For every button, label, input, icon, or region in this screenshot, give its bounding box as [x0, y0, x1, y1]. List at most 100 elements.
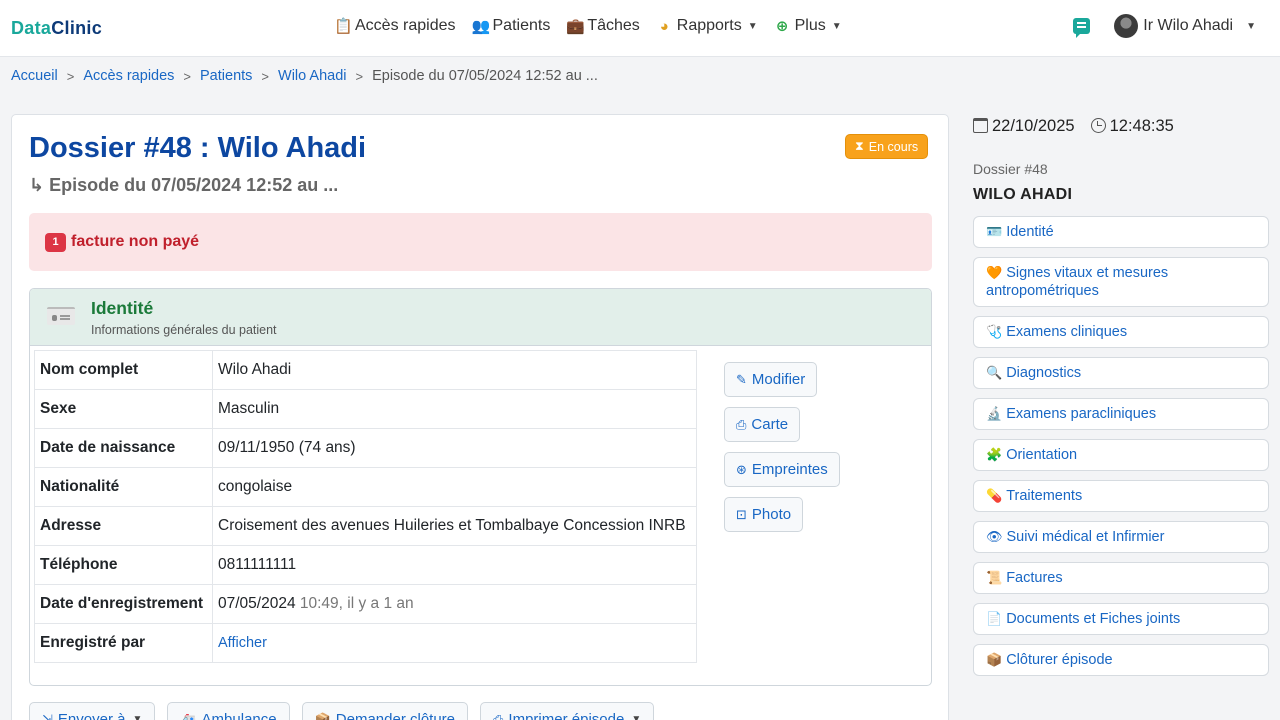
page-title: Dossier #48 : Wilo Ahadi [29, 132, 367, 164]
fingerprint-icon: ⊛ [736, 461, 747, 477]
current-time: 12:48:35 [1090, 117, 1174, 136]
brand-logo[interactable]: DataClinic [11, 18, 102, 39]
edit-button[interactable]: ✎ Modifier [724, 362, 818, 397]
caret-down-icon: ▼ [831, 20, 842, 32]
nav-label: Patients [492, 17, 551, 34]
person-bounding-icon: ⊡ [736, 506, 747, 522]
side-item-clinical-exams[interactable]: 🩺 Examens cliniques [973, 316, 1269, 348]
side-item-medical-follow-up[interactable]: 👁 Suivi médical et Infirmier [973, 521, 1269, 553]
brand-part-2: Clinic [51, 18, 103, 38]
caret-down-icon: ▼ [747, 20, 758, 32]
chevron-right-icon: > [66, 68, 75, 84]
breadcrumb-patient[interactable]: Wilo Ahadi [278, 68, 347, 84]
clipboard-icon: 📋 [334, 18, 353, 35]
brand-part-1: Data [11, 18, 52, 38]
ambulance-button[interactable]: 🚑 Ambulance [167, 702, 290, 720]
field-value: 07/05/2024 10:49, il y a 1 an [212, 584, 697, 624]
clock-icon [1090, 118, 1106, 133]
stethoscope-icon: 🩺 [986, 324, 1003, 339]
caret-down-icon: ▼ [1246, 20, 1256, 32]
episode-card: Dossier #48 : Wilo Ahadi ↳ Episode du 07… [11, 114, 949, 720]
field-value: Wilo Ahadi [212, 350, 697, 390]
nav-quick-access[interactable]: 📋 Accès rapides [334, 17, 456, 35]
top-navbar: DataClinic 📋 Accès rapides 👥 Patients 💼 … [0, 0, 1280, 57]
document-icon: 📄 [986, 611, 1003, 626]
breadcrumb-patients[interactable]: Patients [200, 68, 252, 84]
chat-icon[interactable] [1073, 18, 1091, 38]
date-time-display: 22/10/2025 12:48:35 [973, 117, 1174, 136]
side-item-label: Examens cliniques [1006, 324, 1128, 340]
table-row: Date d'enregistrement 07/05/2024 10:49, i… [34, 584, 697, 624]
date-value: 22/10/2025 [992, 117, 1075, 135]
identity-section: Identité Informations générales du patie… [29, 288, 932, 686]
button-label: Demander clôture [335, 711, 456, 720]
side-item-paraclinical-exams[interactable]: 🔬 Examens paracliniques [973, 398, 1269, 430]
nav-reports-dropdown[interactable]: ◕ Rapports ▼ [656, 17, 758, 35]
heart-icon: 🧡 [986, 265, 1003, 280]
puzzle-icon: 🧩 [986, 447, 1003, 462]
field-label: Sexe [34, 389, 213, 429]
calendar-icon [973, 118, 988, 133]
breadcrumb-quick-access[interactable]: Accès rapides [83, 68, 174, 84]
side-item-orientation[interactable]: 🧩 Orientation [973, 439, 1269, 471]
breadcrumb-current: Episode du 07/05/2024 12:52 au ... [372, 68, 598, 84]
identity-subtitle: Informations générales du patient [91, 323, 277, 337]
send-to-dropdown[interactable]: ⇲ Envoyer à ▼ [29, 702, 156, 720]
avatar [1114, 14, 1139, 38]
printer-icon: ⎙ [493, 711, 504, 720]
button-label: Empreintes [751, 461, 828, 478]
episode-subtitle: ↳ Episode du 07/05/2024 12:52 au ... [29, 175, 339, 195]
nav-tasks[interactable]: 💼 Tâches [566, 17, 639, 35]
side-item-label: Diagnostics [1006, 365, 1082, 381]
button-label: Envoyer à [57, 711, 126, 720]
user-menu-dropdown[interactable]: Ir Wilo Ahadi ▼ [1114, 14, 1256, 38]
field-value: congolaise [212, 467, 697, 507]
side-item-treatments[interactable]: 💊 Traitements [973, 480, 1269, 512]
side-dossier-label: Dossier #48 [973, 161, 1048, 177]
field-value: Afficher [212, 623, 697, 663]
side-item-label: Suivi médical et Infirmier [1006, 529, 1165, 545]
alert-text: facture non payé [71, 233, 200, 250]
episode-section-nav: 🪪 Identité 🧡 Signes vitaux et mesures antr… [973, 216, 1269, 676]
pill-icon: 💊 [986, 488, 1003, 503]
table-row: Nationalité congolaise [34, 467, 697, 507]
id-card-icon: 🪪 [986, 224, 1003, 239]
magnifier-icon: 🔍 [986, 365, 1003, 380]
side-item-identity[interactable]: 🪪 Identité [973, 216, 1269, 248]
side-item-diagnostics[interactable]: 🔍 Diagnostics [973, 357, 1269, 389]
side-item-close-episode[interactable]: 📦 Clôturer épisode [973, 644, 1269, 676]
box-icon: 📦 [986, 652, 1003, 667]
field-label: Date de naissance [34, 428, 213, 468]
card-print-button[interactable]: ⎙ Carte [724, 407, 801, 442]
photo-button[interactable]: ⊡ Photo [724, 497, 804, 532]
nav-label: Plus [794, 17, 826, 34]
status-badge: ⧗ En cours [845, 134, 929, 159]
table-row: Sexe Masculin [34, 389, 697, 429]
button-label: Photo [751, 506, 792, 523]
side-item-documents[interactable]: 📄 Documents et Fiches joints [973, 603, 1269, 635]
main-nav: 📋 Accès rapides 👥 Patients 💼 Tâches ◕ Ra… [334, 17, 842, 35]
request-closure-button[interactable]: 📦 Demander clôture [301, 702, 469, 720]
side-item-label: Clôturer épisode [1006, 652, 1113, 668]
show-registrar-link[interactable]: Afficher [218, 635, 267, 651]
episode-actions: ⇲ Envoyer à ▼ 🚑 Ambulance 📦 Demander clôture… [29, 702, 655, 720]
table-row: Téléphone 0811111111 [34, 545, 697, 585]
user-name: Ir Wilo Ahadi [1143, 17, 1234, 34]
caret-down-icon: ▼ [631, 714, 642, 720]
nav-label: Tâches [587, 17, 640, 34]
box-icon: 📦 [314, 711, 331, 720]
nav-patients[interactable]: 👥 Patients [472, 17, 551, 35]
chevron-right-icon: > [261, 68, 270, 84]
breadcrumb-home[interactable]: Accueil [11, 68, 58, 84]
time-value: 12:48:35 [1109, 117, 1174, 135]
nav-right: Ir Wilo Ahadi ▼ [1073, 14, 1256, 38]
side-item-invoices[interactable]: 📜 Factures [973, 562, 1269, 594]
nav-more-dropdown[interactable]: ⊕ Plus ▼ [774, 17, 842, 35]
unpaid-invoice-alert[interactable]: 1 facture non payé [29, 213, 932, 271]
caret-down-icon: ▼ [132, 714, 143, 720]
side-item-vitals[interactable]: 🧡 Signes vitaux et mesures antropométriqu… [973, 257, 1269, 307]
nav-label: Accès rapides [355, 17, 456, 34]
fingerprints-button[interactable]: ⊛ Empreintes [724, 452, 840, 487]
print-episode-dropdown[interactable]: ⎙ Imprimer épisode ▼ [480, 702, 655, 720]
side-patient-name: WILO AHADI [973, 186, 1073, 203]
